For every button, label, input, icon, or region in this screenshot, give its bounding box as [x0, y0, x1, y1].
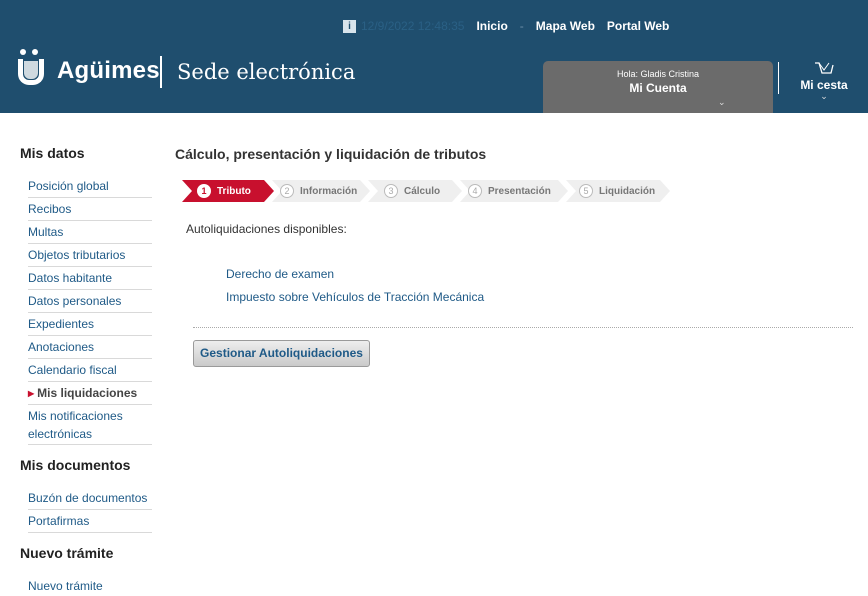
sidebar-item-expedientes[interactable]: Expedientes	[28, 313, 152, 336]
header-divider	[778, 62, 779, 94]
separator: -	[519, 19, 524, 33]
step-number: 4	[468, 184, 482, 198]
title-divider	[160, 56, 162, 88]
section-title-mis-datos: Mis datos	[20, 145, 85, 161]
link-impuesto-vehiculos[interactable]: Impuesto sobre Vehículos de Tracción Mec…	[226, 289, 484, 312]
sidebar-item-mis-notificaciones[interactable]: Mis notificaciones electrónicas	[28, 405, 152, 445]
step-number: 1	[197, 184, 211, 198]
sidebar-item-label: Mis liquidaciones	[37, 386, 138, 400]
mis-datos-list: Posición global Recibos Multas Objetos t…	[28, 175, 152, 445]
account-label[interactable]: Mi Cuenta	[543, 81, 773, 95]
aguimes-logo[interactable]	[18, 49, 44, 85]
nuevo-tramite-list: Nuevo trámite	[28, 575, 152, 596]
step-label: Presentación	[488, 185, 551, 197]
link-derecho-examen[interactable]: Derecho de examen	[226, 266, 484, 289]
page-title: Cálculo, presentación y liquidación de t…	[175, 146, 487, 162]
step-label: Liquidación	[599, 185, 656, 197]
sidebar: Mis datos Posición global Recibos Multas…	[20, 145, 152, 596]
step-number: 2	[280, 184, 294, 198]
link-inicio[interactable]: Inicio	[476, 19, 507, 33]
top-bar: i 12/9/2022 12:48:35 Inicio - Mapa Web P…	[343, 17, 681, 35]
sidebar-item-datos-personales[interactable]: Datos personales	[28, 290, 152, 313]
cart-icon	[815, 62, 834, 74]
site-title[interactable]: Sede electrónica	[177, 60, 355, 84]
brand-name[interactable]: Agüimes	[57, 57, 160, 85]
mis-documentos-list: Buzón de documentos Portafirmas	[28, 487, 152, 533]
link-portal-web[interactable]: Portal Web	[607, 19, 669, 33]
step-liquidacion: 5 Liquidación	[566, 180, 655, 202]
sidebar-item-objetos-tributarios[interactable]: Objetos tributarios	[28, 244, 152, 267]
sidebar-item-nuevo-tramite[interactable]: Nuevo trámite	[28, 575, 152, 596]
account-menu[interactable]: Hola: Gladis Cristina Mi Cuenta ⌄	[543, 61, 773, 113]
site-header: i 12/9/2022 12:48:35 Inicio - Mapa Web P…	[0, 0, 868, 113]
available-label: Autoliquidaciones disponibles:	[186, 222, 347, 236]
step-informacion: 2 Información	[267, 180, 357, 202]
tax-link-list: Derecho de examen Impuesto sobre Vehícul…	[226, 266, 484, 312]
dotted-divider	[193, 327, 853, 328]
logo-dot-icon	[32, 49, 38, 55]
sidebar-item-recibos[interactable]: Recibos	[28, 198, 152, 221]
step-tributo: 1 Tributo	[184, 180, 251, 202]
sidebar-item-calendario-fiscal[interactable]: Calendario fiscal	[28, 359, 152, 382]
manage-autoliquidaciones-button[interactable]: Gestionar Autoliquidaciones	[193, 340, 370, 367]
caret-right-icon: ▶	[28, 389, 35, 398]
logo-fill-icon	[24, 61, 38, 79]
sidebar-item-posicion-global[interactable]: Posición global	[28, 175, 152, 198]
link-mapa-web[interactable]: Mapa Web	[536, 19, 595, 33]
chevron-down-icon[interactable]: ⌄	[718, 97, 726, 108]
logo-dot-icon	[20, 49, 26, 55]
step-number: 5	[579, 184, 593, 198]
step-label: Tributo	[217, 185, 251, 197]
cart-button[interactable]: Mi cesta ⌄	[793, 60, 855, 101]
sidebar-item-buzon-documentos[interactable]: Buzón de documentos	[28, 487, 152, 510]
step-presentacion: 4 Presentación	[455, 180, 551, 202]
info-icon[interactable]: i	[343, 19, 356, 33]
sidebar-item-anotaciones[interactable]: Anotaciones	[28, 336, 152, 359]
account-greeting: Hola: Gladis Cristina	[616, 69, 700, 79]
section-title-nuevo-tramite: Nuevo trámite	[20, 545, 114, 561]
sidebar-item-portafirmas[interactable]: Portafirmas	[28, 510, 152, 533]
step-label: Cálculo	[404, 185, 441, 197]
sidebar-item-datos-habitante[interactable]: Datos habitante	[28, 267, 152, 290]
cart-label: Mi cesta	[800, 78, 848, 92]
step-number: 3	[384, 184, 398, 198]
sidebar-item-mis-liquidaciones[interactable]: ▶ Mis liquidaciones	[28, 382, 152, 405]
section-title-mis-documentos: Mis documentos	[20, 457, 131, 473]
sidebar-item-multas[interactable]: Multas	[28, 221, 152, 244]
step-calculo: 3 Cálculo	[371, 180, 440, 202]
current-datetime: 12/9/2022 12:48:35	[361, 19, 465, 33]
chevron-down-icon: ⌄	[820, 91, 828, 101]
step-label: Información	[300, 185, 358, 197]
